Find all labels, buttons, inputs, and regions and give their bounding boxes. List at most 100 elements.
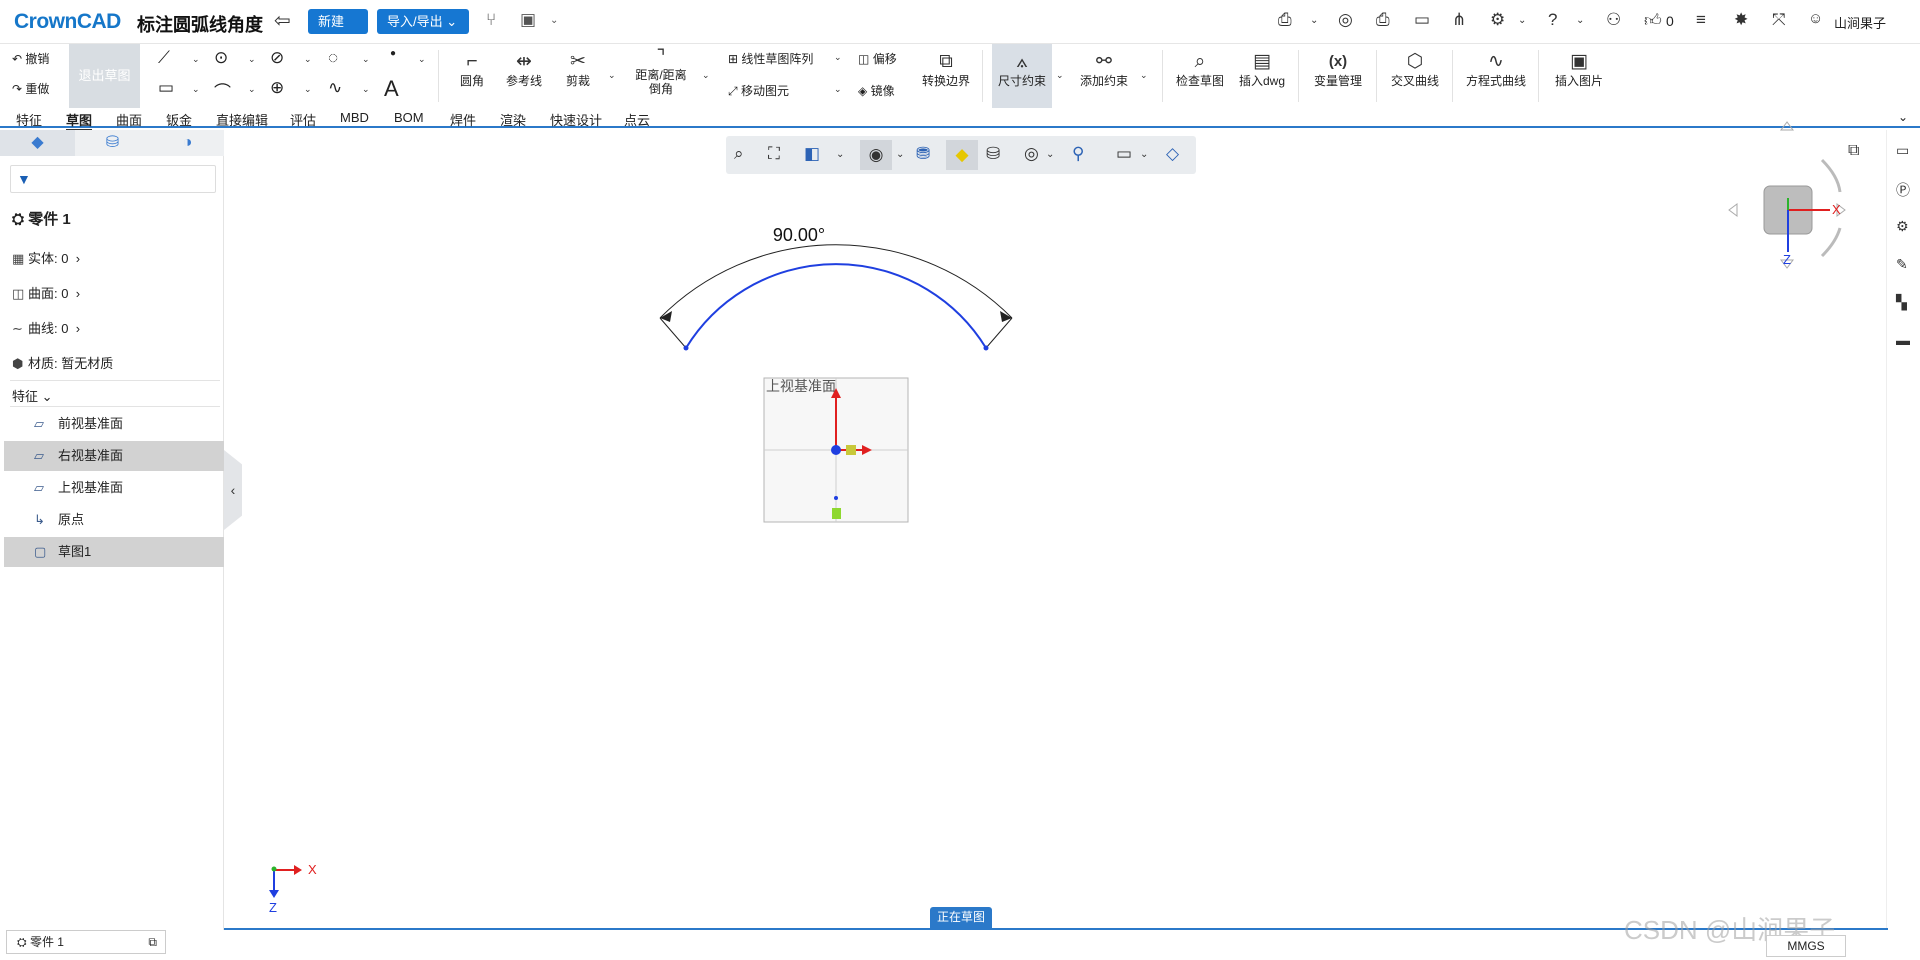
- selection-filter-icon[interactable]: ⚲: [1072, 144, 1084, 164]
- part-root[interactable]: ⛭ 零件 1: [12, 208, 71, 229]
- save-icon[interactable]: ▣: [520, 10, 536, 30]
- arc-endpoint-left[interactable]: [683, 345, 689, 351]
- visibility-eye-icon[interactable]: ◉: [860, 140, 892, 170]
- point-tool-icon[interactable]: ●: [390, 48, 396, 59]
- section-view-icon[interactable]: ⛃: [916, 144, 930, 164]
- print-layout-chevron-icon[interactable]: ⌄: [1310, 15, 1318, 26]
- linear-pattern-chevron-icon[interactable]: ⌄: [834, 52, 842, 63]
- fullscreen-icon[interactable]: ⤧: [1772, 10, 1786, 30]
- fillet-button[interactable]: ⌐ 圆角: [452, 44, 492, 108]
- polygon-chevron-icon[interactable]: ⌄: [362, 54, 370, 65]
- zoom-icon[interactable]: ⌕: [734, 144, 744, 164]
- add-constraint-chevron-icon[interactable]: ⌄: [1140, 70, 1148, 81]
- restore-window-icon[interactable]: ⧉: [148, 931, 157, 953]
- library-book-icon[interactable]: ▬: [1896, 332, 1910, 348]
- tab-sheet-metal[interactable]: 钣金: [166, 110, 192, 129]
- render-mode-chevron-icon[interactable]: ⌄: [1046, 149, 1054, 160]
- plugin-icon[interactable]: ✸: [1734, 10, 1748, 30]
- tree-item-origin[interactable]: ↳ 原点: [4, 505, 224, 535]
- tab-point-cloud[interactable]: 点云: [624, 110, 650, 129]
- viewcube-rotate-ccw-icon[interactable]: [1820, 227, 1842, 258]
- insert-image-button[interactable]: ▣ 插入图片: [1548, 44, 1610, 108]
- undo-button[interactable]: ↶ 撤销: [12, 50, 49, 67]
- surface-bodies-row[interactable]: ◫ 曲面: 0 ›: [12, 283, 80, 302]
- solid-bodies-row[interactable]: ▦ 实体: 0 ›: [12, 248, 80, 267]
- polyline-tool-icon[interactable]: ⟋: [158, 48, 170, 68]
- tree-item-right-plane[interactable]: ▱ 右视基准面: [4, 441, 224, 471]
- move-entity-chevron-icon[interactable]: ⌄: [834, 84, 842, 95]
- features-header[interactable]: 特征 ⌄: [12, 386, 53, 405]
- chamfer-chevron-icon[interactable]: ⌄: [702, 70, 710, 81]
- thumbs-up-icon[interactable]: 👍︎: [1644, 10, 1662, 31]
- team-icon[interactable]: ⚇: [1606, 10, 1621, 30]
- folder-icon[interactable]: ▭: [1896, 142, 1909, 159]
- slot-tool-icon[interactable]: ⊘: [270, 48, 284, 68]
- spline-tool-icon[interactable]: ∿: [328, 78, 342, 98]
- top-plane[interactable]: [763, 377, 909, 523]
- view-orientation-chevron-icon[interactable]: ⌄: [836, 149, 844, 160]
- material-row[interactable]: ⬢ 材质: 暂无材质: [12, 353, 113, 372]
- printer-icon[interactable]: ⎙: [1376, 10, 1390, 30]
- smart-dimension-chevron-icon[interactable]: ⌄: [1056, 70, 1064, 81]
- arc-chevron-icon[interactable]: ⌄: [248, 84, 256, 95]
- user-name[interactable]: 山涧果子: [1834, 13, 1886, 32]
- polygon-tool-icon[interactable]: ◌: [328, 48, 338, 68]
- tree-item-front-plane[interactable]: ▱ 前视基准面: [4, 409, 224, 439]
- settings-gear-icon[interactable]: ⚙: [1490, 10, 1505, 30]
- save-menu-chevron-icon[interactable]: ⌄: [550, 15, 558, 26]
- print-layout-icon[interactable]: ⎙: [1278, 10, 1292, 30]
- tree-item-top-plane[interactable]: ▱ 上视基准面: [4, 473, 224, 503]
- trim-button[interactable]: ✂ 剪裁: [558, 44, 598, 108]
- convert-edge-button[interactable]: ⧉ 转换边界: [918, 44, 974, 108]
- rectangle-tool-icon[interactable]: ▭: [158, 78, 174, 98]
- origin-handle[interactable]: [846, 445, 856, 455]
- parts-library-icon[interactable]: ⚙: [1896, 218, 1909, 235]
- tab-sketch[interactable]: 草图: [66, 110, 93, 131]
- zoom-fit-icon[interactable]: ⛶: [768, 144, 780, 164]
- arc-endpoint-right[interactable]: [983, 345, 989, 351]
- tree-item-sketch1[interactable]: ▢ 草图1: [4, 537, 224, 567]
- origin-point[interactable]: [831, 445, 841, 455]
- ribbon-collapse-chevron-icon[interactable]: ⌄: [1898, 110, 1908, 124]
- equation-curve-button[interactable]: ∿ 方程式曲线: [1462, 44, 1530, 108]
- variable-manager-button[interactable]: (x) 变量管理: [1306, 44, 1370, 108]
- smart-dimension-button[interactable]: ⟑ 尺寸约束: [992, 44, 1052, 108]
- settings-chevron-icon[interactable]: ⌄: [1518, 15, 1526, 26]
- sketch-arc[interactable]: [685, 263, 987, 349]
- branch-icon[interactable]: ⑂: [486, 10, 496, 30]
- mirror-button[interactable]: ◈ 镜像: [858, 82, 895, 99]
- properties-icon[interactable]: Ⓟ: [1896, 180, 1910, 200]
- tab-render[interactable]: 渲染: [500, 110, 526, 129]
- angle-dimension-label[interactable]: 90.00°: [773, 225, 825, 245]
- add-constraint-button[interactable]: ⚯ 添加约束: [1076, 44, 1132, 108]
- viewcube-down-arrow-icon[interactable]: [1780, 259, 1794, 269]
- offset-button[interactable]: ◫ 偏移: [858, 50, 897, 67]
- tab-quick-design[interactable]: 快速设计: [550, 110, 602, 129]
- cross-curve-button[interactable]: ⬡ 交叉曲线: [1384, 44, 1446, 108]
- display-chevron-icon[interactable]: ⌄: [1140, 149, 1148, 160]
- help-icon[interactable]: ?: [1548, 10, 1557, 30]
- screen-icon[interactable]: ▭: [1414, 10, 1430, 30]
- move-entity-button[interactable]: ⤢ 移动图元: [728, 82, 789, 99]
- curves-row[interactable]: ∼ 曲线: 0 ›: [12, 318, 80, 337]
- view-orientation-cube-icon[interactable]: ◧: [804, 144, 820, 164]
- polyline-chevron-icon[interactable]: ⌄: [192, 54, 200, 65]
- check-sketch-button[interactable]: ⌕ 检查草图: [1172, 44, 1228, 108]
- layers-icon[interactable]: ≡: [1696, 10, 1706, 30]
- appearance-grid-icon[interactable]: ▚: [1896, 294, 1907, 311]
- text-tool-icon[interactable]: A: [384, 76, 399, 102]
- display-tab-icon[interactable]: ◑: [150, 130, 225, 156]
- tools-wrench-icon[interactable]: ✎: [1896, 256, 1908, 273]
- shaded-display-icon[interactable]: ◆: [946, 140, 978, 170]
- trim-chevron-icon[interactable]: ⌄: [608, 70, 616, 81]
- share-icon[interactable]: ⋔: [1452, 10, 1466, 30]
- display-monitor-icon[interactable]: ▭: [1116, 144, 1132, 164]
- collapse-panel-chevron-icon[interactable]: ‹: [224, 450, 242, 530]
- units-selector[interactable]: MMGS: [1766, 935, 1846, 957]
- feature-tree-tab-icon[interactable]: ◆: [0, 130, 75, 156]
- help-chevron-icon[interactable]: ⌄: [1576, 15, 1584, 26]
- reference-line-button[interactable]: ⇹ 参考线: [502, 44, 546, 108]
- arc-tool-icon[interactable]: ⌒: [214, 78, 231, 103]
- new-button[interactable]: 新建 ⌄: [308, 9, 368, 54]
- visibility-chevron-icon[interactable]: ⌄: [896, 149, 904, 160]
